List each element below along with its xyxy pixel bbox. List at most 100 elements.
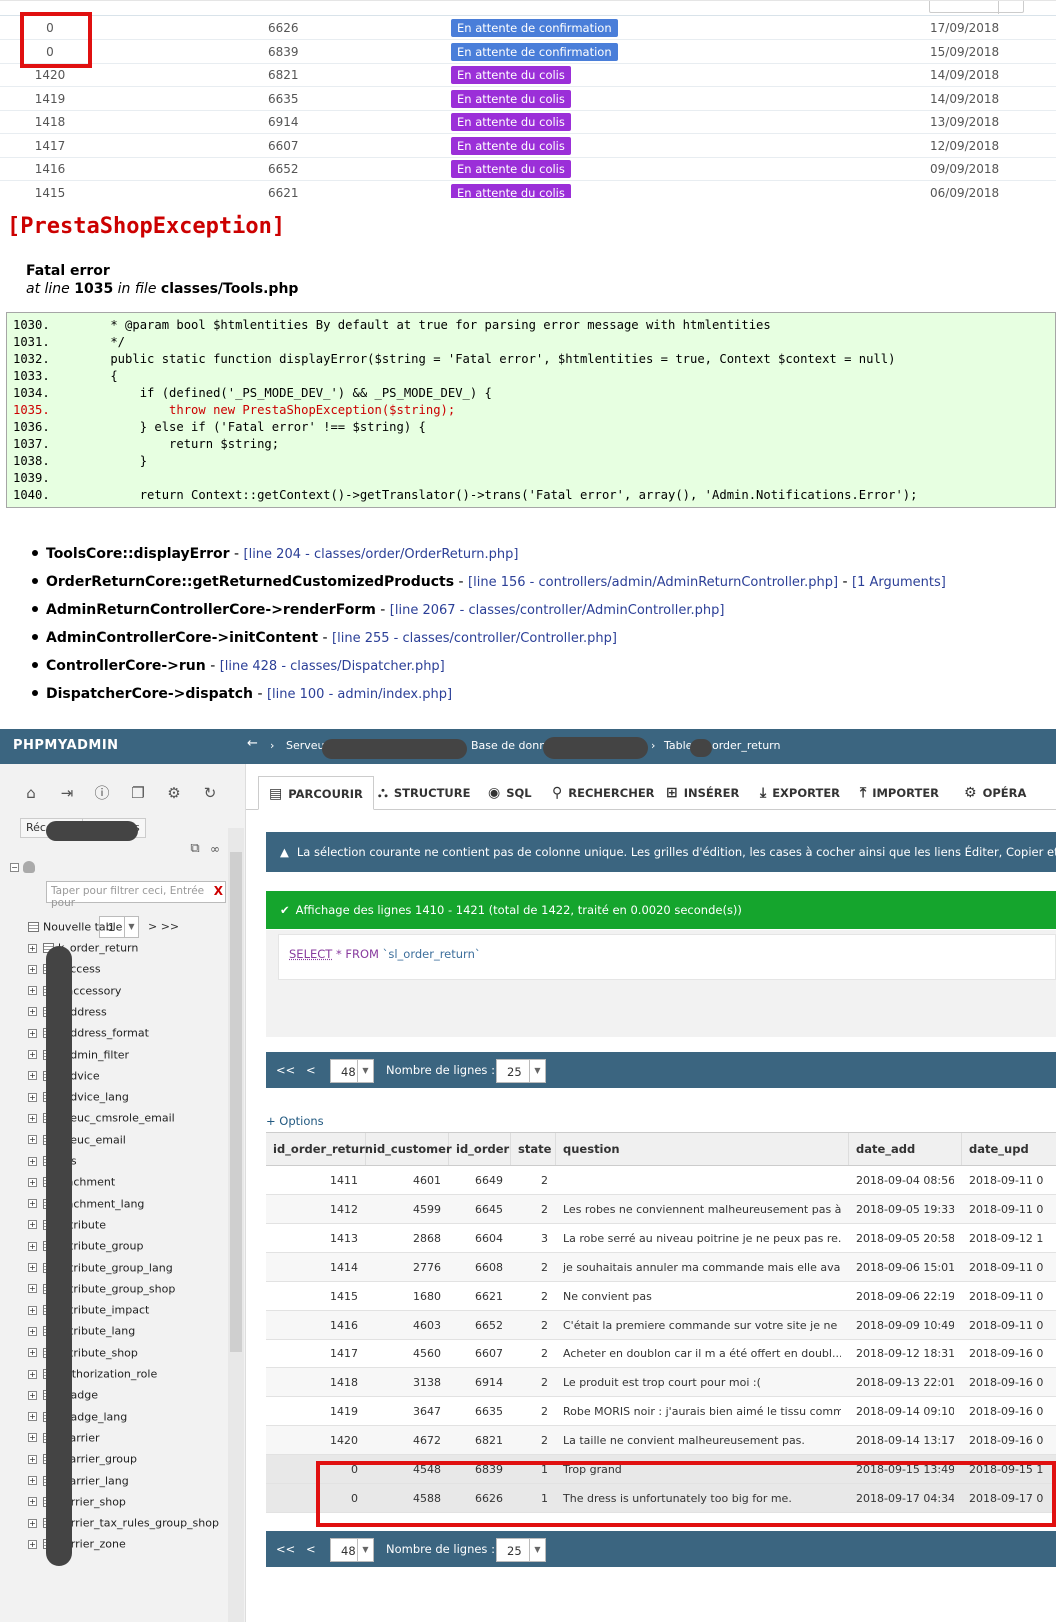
breadcrumb-table[interactable]: order_return [712,739,780,752]
copy-icon[interactable]: ❐ [129,784,147,802]
sidebar-table-item[interactable]: + _carrier_group [28,1452,137,1474]
column-header-state[interactable]: state [511,1133,556,1165]
rows-count-select[interactable]: 25 ▼ [496,1538,546,1562]
expand-icon[interactable]: + [28,1518,37,1528]
expand-icon[interactable]: + [28,1135,37,1145]
page-select[interactable]: 48 ▼ [330,1059,374,1083]
collapse-all-icon[interactable]: ⧉ [186,840,204,858]
expand-icon[interactable]: + [28,1199,37,1209]
expand-icon[interactable]: + [28,1092,37,1102]
column-header-question[interactable]: question [556,1133,849,1165]
expand-icon[interactable]: + [28,1412,37,1422]
clear-filter-icon[interactable]: X [214,884,223,898]
order-row[interactable]: 0 6626 En attente de confirmation 17/09/201… [0,16,1056,40]
column-header-id-customer[interactable]: id_customer [366,1133,452,1165]
trace-arguments-link[interactable]: [1 Arguments] [852,575,946,590]
sidebar-table-item[interactable]: + k_order_return [28,941,138,963]
expand-icon[interactable]: + [28,1390,37,1400]
column-header-id-order-return[interactable]: id_order_return [266,1133,373,1165]
expand-icon[interactable]: + [28,1348,37,1358]
expand-icon[interactable]: + [28,1433,37,1443]
trace-file-link[interactable]: [line 2067 - classes/controller/AdminCon… [390,603,725,618]
table-row[interactable]: 1419 3647 6635 2 Robe MORIS noir : j'aurais … [266,1397,1056,1427]
sidebar-table-item[interactable]: + _aeuc_email [28,1133,126,1155]
expand-icon[interactable]: + [28,1071,37,1081]
expand-icon[interactable]: + [28,1241,37,1251]
page-select[interactable]: 48 ▼ [330,1538,374,1562]
column-header-id-order[interactable]: id_order [449,1133,511,1165]
expand-icon[interactable]: + [28,1305,37,1315]
sidebar-table-item[interactable]: + _carrier_lang [28,1474,129,1496]
order-row[interactable]: 0 6839 En attente de confirmation 15/09/201… [0,40,1056,64]
column-header-date-upd[interactable]: date_upd [962,1133,1056,1165]
trace-file-link[interactable]: [line 204 - classes/order/OrderReturn.ph… [244,547,519,562]
expand-icon[interactable]: + [28,1156,37,1166]
expand-icon[interactable]: + [28,1476,37,1485]
trace-file-link[interactable]: [line 428 - classes/Dispatcher.php] [220,659,445,674]
sidebar-table-item[interactable]: + _badge_lang [28,1410,127,1432]
tab-parcourir[interactable]: ▤ PARCOURIR [258,776,374,810]
table-row[interactable]: 1414 2776 6608 2 je souhaitais annuler ma co… [266,1252,1056,1282]
prev-page-button[interactable]: < [306,1063,316,1077]
table-row[interactable]: 1411 4601 6649 2 2018-09-04 08:56:19 2018-09-… [266,1166,1056,1195]
table-row[interactable]: 1418 3138 6914 2 Le produit est trop court p… [266,1368,1056,1398]
database-node[interactable]: − [10,860,35,873]
rows-count-select[interactable]: 25 ▼ [496,1059,546,1083]
breadcrumb-database[interactable]: Base de donne [471,739,553,752]
tab-rechercher[interactable]: ⚲ RECHERCHER [552,776,655,810]
expand-icon[interactable]: + [28,1113,37,1123]
sql-query[interactable]: SELECT * FROM `sl_order_return` [278,934,1056,980]
trace-file-link[interactable]: [line 156 - controllers/admin/AdminRetur… [468,575,838,590]
reload-icon[interactable]: ↻ [201,784,219,802]
first-page-button[interactable]: << [276,1542,295,1556]
tab-structure[interactable]: ⛬ STRUCTURE [378,776,470,810]
sidebar-table-item[interactable]: + l_accessory [28,984,121,1006]
tab-insérer[interactable]: ⊞ INSÉRER [666,776,739,810]
expand-icon[interactable]: + [28,1369,37,1379]
order-row[interactable]: 1419 6635 En attente du colis 14/09/2018 [0,87,1056,111]
expand-icon[interactable]: + [28,1326,37,1336]
order-row[interactable]: 1420 6821 En attente du colis 14/09/2018 [0,63,1056,87]
order-row[interactable]: 1417 6607 En attente du colis 12/09/2018 [0,134,1056,158]
link-icon[interactable]: ∞ [206,840,224,858]
expand-icon[interactable]: + [28,1497,37,1507]
column-header-date-add[interactable]: date_add [849,1133,962,1165]
table-row[interactable]: 1412 4599 6645 2 Les robes ne conviennent ma… [266,1194,1056,1224]
tab-opéra[interactable]: ⚙ OPÉRA [964,776,1026,810]
table-filter-input[interactable]: Taper pour filtrer ceci, Entrée pour X [46,881,226,909]
expand-icon[interactable]: + [28,1028,37,1038]
trace-file-link[interactable]: [line 100 - admin/index.php] [267,687,452,702]
back-arrow-icon[interactable]: ← [247,736,258,751]
expand-icon[interactable]: + [28,1284,37,1294]
home-icon[interactable]: ⌂ [22,784,40,802]
first-page-button[interactable]: << [276,1063,295,1077]
sql-keyword-select[interactable]: SELECT [289,947,332,961]
tab-importer[interactable]: ⤒ IMPORTER [860,776,939,810]
expand-icon[interactable]: + [28,986,37,996]
table-row[interactable]: 1415 1680 6621 2 Ne convient pas 2018-09-06 2… [266,1282,1056,1311]
pagination-box[interactable] [929,1,1024,14]
sidebar-table-item[interactable]: + carrier_zone [28,1537,126,1559]
docs-icon[interactable]: ⓘ [93,784,111,802]
table-row[interactable]: 1416 4603 6652 2 C'était la premiere command… [266,1310,1056,1340]
sidebar-table-item[interactable]: + _advice_lang [28,1090,129,1112]
sidebar-table-item[interactable]: + carrier_shop [28,1495,126,1517]
sidebar-page-next[interactable]: > >> [148,920,179,933]
sidebar-table-item[interactable]: + _admin_filter [28,1048,129,1070]
table-row[interactable]: 1417 4560 6607 2 Acheter en doublon car il m… [266,1339,1056,1369]
table-row[interactable]: 1413 2868 6604 3 La robe serré au niveau poi… [266,1224,1056,1253]
order-row[interactable]: 1415 6621 En attente du colis 06/09/2018 [0,181,1056,198]
prev-page-button[interactable]: < [306,1542,316,1556]
expand-icon[interactable]: + [28,1539,37,1549]
expand-icon[interactable]: + [28,1454,37,1464]
tab-sql[interactable]: ◉ SQL [488,776,532,810]
trace-file-link[interactable]: [line 255 - classes/controller/Controlle… [332,631,617,646]
new-table-item[interactable]: Nouvelle table [28,920,122,942]
sidebar-table-item[interactable]: + attribute_lang [28,1324,135,1346]
sidebar-table-item[interactable]: + attribute_shop [28,1346,138,1368]
expand-icon[interactable]: + [28,1263,37,1272]
tab-exporter[interactable]: ⤓ EXPORTER [760,776,840,810]
expand-icon[interactable]: + [28,1007,37,1017]
order-row[interactable]: 1416 6652 En attente du colis 09/09/2018 [0,157,1056,181]
options-link[interactable]: + Options [266,1114,324,1128]
